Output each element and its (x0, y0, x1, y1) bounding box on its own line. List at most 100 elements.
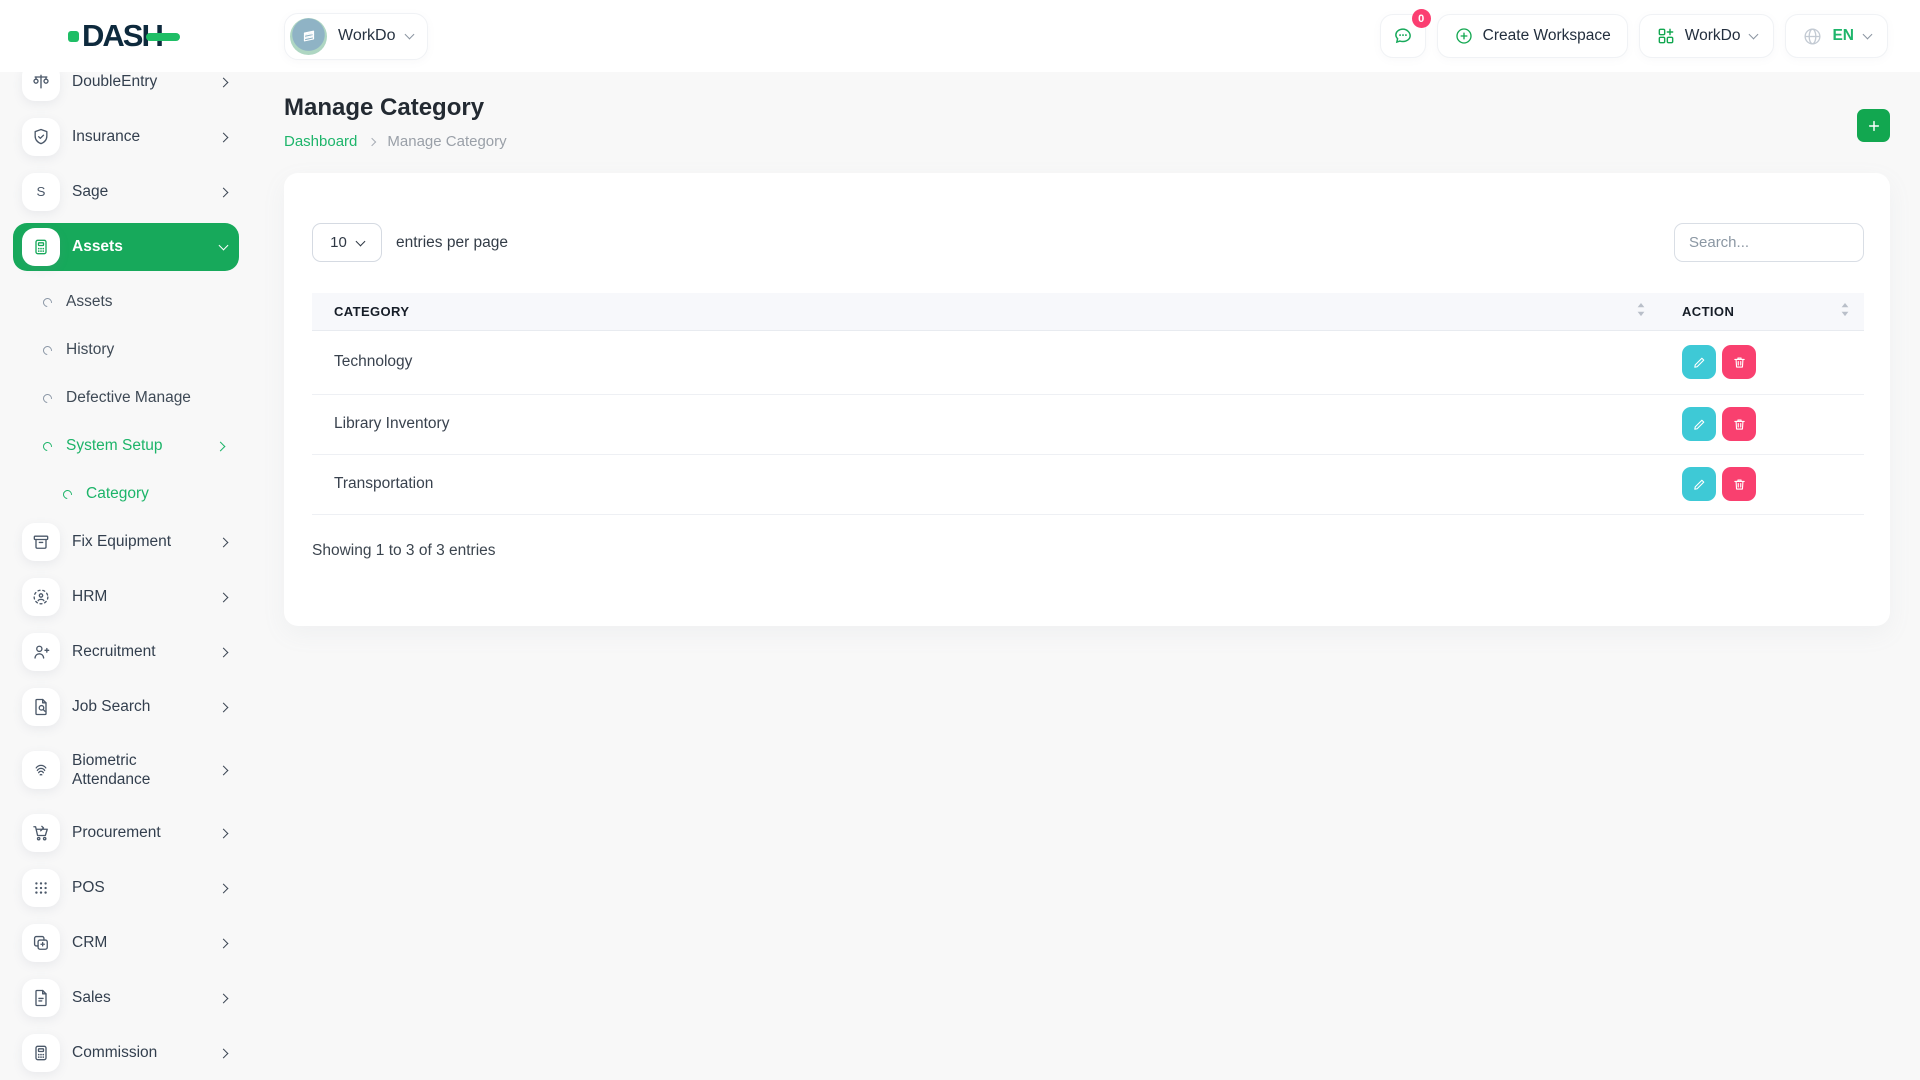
sidebar-item-label: Biometric Attendance (72, 751, 184, 790)
calculator-icon (22, 228, 60, 266)
person-target-icon (22, 578, 60, 616)
chevron-down-icon (1863, 30, 1873, 40)
chevron-right-icon (219, 647, 229, 657)
sidebar-item-doubleentry[interactable]: DoubleEntry (13, 72, 239, 106)
sidebar-item-label: Fix Equipment (72, 532, 171, 551)
column-header-category[interactable]: CATEGORY (312, 293, 1660, 330)
sidebar-item-recruitment[interactable]: Recruitment (13, 628, 239, 676)
calculator-icon (22, 1034, 60, 1072)
delete-button[interactable] (1722, 345, 1756, 379)
sidebar-item-assets[interactable]: Assets (13, 223, 239, 271)
sort-icon[interactable] (1840, 302, 1850, 320)
search-input[interactable] (1674, 223, 1864, 262)
submenu-item-history[interactable]: History (0, 326, 251, 374)
submenu-item-defective-manage[interactable]: Defective Manage (0, 374, 251, 422)
submenu-item-category[interactable]: Category (0, 470, 251, 518)
sidebar-item-label: Commission (72, 1043, 157, 1062)
sidebar-item-procurement[interactable]: Procurement (13, 809, 239, 857)
chevron-down-icon (355, 236, 365, 246)
create-workspace-button[interactable]: Create Workspace (1437, 14, 1628, 58)
breadcrumb: Dashboard Manage Category (284, 133, 1890, 150)
workspace-selector[interactable]: WorkDo (284, 13, 428, 60)
chevron-right-icon (219, 938, 229, 948)
sidebar-item-label: Assets (72, 237, 123, 256)
sidebar-item-label: CRM (72, 933, 107, 952)
entries-per-page-label: entries per page (396, 234, 508, 252)
sidebar-item-pos[interactable]: POS (13, 864, 239, 912)
logo-dash-bar (146, 33, 180, 41)
sidebar-item-biometric-attendance[interactable]: Biometric Attendance (13, 738, 239, 802)
edit-button[interactable] (1682, 345, 1716, 379)
chevron-right-icon (219, 765, 229, 775)
category-cell: Library Inventory (312, 394, 1660, 454)
sort-icon[interactable] (1636, 302, 1646, 320)
sidebar: DoubleEntry Insurance S Sage (0, 72, 251, 1080)
chevron-right-icon (219, 702, 229, 712)
shield-check-icon (22, 118, 60, 156)
category-table: CATEGORY ACTION (312, 293, 1864, 515)
chevron-down-icon (404, 30, 414, 40)
bullet-icon (41, 296, 54, 309)
bullet-icon (41, 344, 54, 357)
language-code: EN (1832, 27, 1854, 45)
pencil-icon (1692, 355, 1707, 370)
sidebar-item-job-search[interactable]: Job Search (13, 683, 239, 731)
sidebar-item-sales[interactable]: Sales (13, 974, 239, 1022)
chevron-down-icon (1749, 30, 1759, 40)
breadcrumb-dashboard-link[interactable]: Dashboard (284, 133, 357, 150)
edit-button[interactable] (1682, 467, 1716, 501)
breadcrumb-separator-icon (368, 137, 376, 145)
fingerprint-icon (22, 751, 60, 789)
submenu-item-system-setup[interactable]: System Setup (0, 422, 251, 470)
logo-dot (68, 31, 79, 42)
svg-text:S: S (37, 184, 46, 199)
sidebar-item-commission[interactable]: Commission (13, 1029, 239, 1077)
globe-icon (1802, 26, 1823, 47)
user-plus-icon (22, 633, 60, 671)
trash-icon (1732, 417, 1747, 432)
chevron-right-icon (219, 187, 229, 197)
bullet-icon (41, 440, 54, 453)
workspace-name: WorkDo (338, 27, 396, 45)
archive-box-icon (22, 523, 60, 561)
sidebar-item-sage[interactable]: S Sage (13, 168, 239, 216)
app-switcher-button[interactable]: WorkDo (1639, 14, 1775, 58)
sidebar-item-crm[interactable]: CRM (13, 919, 239, 967)
sidebar-item-label: Procurement (72, 823, 161, 842)
grid-dots-icon (22, 869, 60, 907)
add-category-button[interactable] (1857, 109, 1890, 142)
messages-button[interactable]: 0 (1380, 14, 1426, 58)
trash-icon (1732, 355, 1747, 370)
submenu-item-assets[interactable]: Assets (0, 278, 251, 326)
sidebar-item-fix-equipment[interactable]: Fix Equipment (13, 518, 239, 566)
sidebar-item-label: Recruitment (72, 642, 156, 661)
scales-icon (22, 72, 60, 101)
chevron-down-icon (219, 241, 229, 251)
breadcrumb-current: Manage Category (387, 133, 506, 150)
chevron-right-icon (219, 993, 229, 1003)
chevron-right-icon (219, 77, 229, 87)
category-cell: Technology (312, 330, 1660, 394)
sidebar-item-label: Job Search (72, 697, 150, 716)
chat-icon (1392, 25, 1414, 47)
edit-button[interactable] (1682, 407, 1716, 441)
sidebar-item-label: HRM (72, 587, 107, 606)
chevron-right-icon (219, 1048, 229, 1058)
file-icon (22, 979, 60, 1017)
delete-button[interactable] (1722, 467, 1756, 501)
column-header-action[interactable]: ACTION (1660, 293, 1864, 330)
table-row: Transportation (312, 454, 1864, 514)
entries-summary: Showing 1 to 3 of 3 entries (312, 542, 1864, 560)
sidebar-item-label: Insurance (72, 127, 140, 146)
sidebar-item-hrm[interactable]: HRM (13, 573, 239, 621)
table-row: Library Inventory (312, 394, 1864, 454)
sidebar-item-label: DoubleEntry (72, 72, 157, 91)
dash-logo[interactable]: DASH (68, 18, 228, 54)
chevron-right-icon (219, 132, 229, 142)
pencil-icon (1692, 417, 1707, 432)
delete-button[interactable] (1722, 407, 1756, 441)
grid-plus-icon (1656, 26, 1676, 46)
sidebar-item-insurance[interactable]: Insurance (13, 113, 239, 161)
page-size-select[interactable]: 10 (312, 223, 382, 262)
language-selector[interactable]: EN (1785, 14, 1888, 58)
